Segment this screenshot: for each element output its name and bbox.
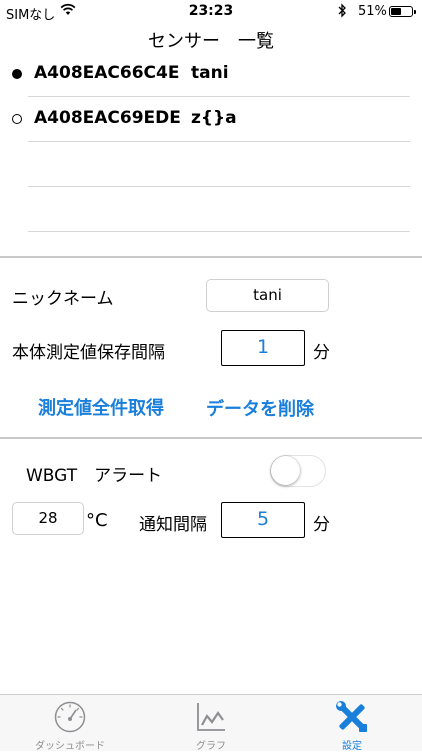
nickname-label: ニックネーム: [12, 289, 114, 309]
sensor-id: A408EAC66C4E: [34, 63, 180, 83]
battery-icon: [389, 6, 416, 17]
notify-interval-field[interactable]: 5: [221, 502, 305, 538]
interval-label: 本体測定値保存間隔: [12, 343, 165, 363]
wbgt-alert-label: WBGT アラート: [26, 466, 163, 486]
bluetooth-icon: [337, 3, 347, 22]
unselected-radio-icon: [12, 114, 22, 124]
interval-field[interactable]: 1: [221, 330, 305, 366]
tools-icon: [335, 700, 369, 734]
notify-interval-unit: 分: [313, 515, 330, 535]
gauge-icon: [53, 700, 87, 734]
notify-interval-label: 通知間隔: [139, 515, 207, 535]
sensor-nickname: z{}a: [191, 108, 237, 128]
section-divider: [0, 256, 422, 258]
tab-bar: ダッシュボード グラフ 設定: [0, 694, 422, 752]
page-title: センサー 一覧: [148, 31, 274, 52]
status-bar: SIMなし 23:23 51%: [0, 0, 422, 23]
tab-graph[interactable]: グラフ: [141, 695, 281, 752]
delete-data-button[interactable]: データを削除: [206, 395, 314, 421]
section-divider: [0, 437, 422, 439]
wbgt-alert-toggle[interactable]: [270, 455, 326, 487]
threshold-unit: °C: [86, 510, 108, 531]
toggle-knob: [271, 456, 300, 485]
fetch-all-button[interactable]: 測定値全件取得: [38, 394, 164, 420]
sensor-id: A408EAC69EDE: [34, 108, 181, 128]
list-divider: [28, 141, 410, 142]
interval-unit: 分: [313, 343, 330, 363]
selected-radio-icon: [12, 69, 22, 79]
sensor-nickname: tani: [191, 63, 229, 83]
tab-settings[interactable]: 設定: [282, 695, 422, 752]
chart-icon: [194, 700, 228, 734]
nickname-field[interactable]: tani: [206, 279, 329, 312]
sensor-list-item[interactable]: A408EAC66C4E tani: [0, 52, 422, 96]
list-divider: [28, 186, 410, 187]
threshold-field[interactable]: 28: [12, 502, 84, 535]
list-divider: [28, 231, 410, 232]
battery-percent: 51%: [358, 4, 387, 19]
sensor-list-item[interactable]: A408EAC69EDE z{}a: [0, 97, 422, 141]
tab-dashboard[interactable]: ダッシュボード: [0, 695, 140, 752]
